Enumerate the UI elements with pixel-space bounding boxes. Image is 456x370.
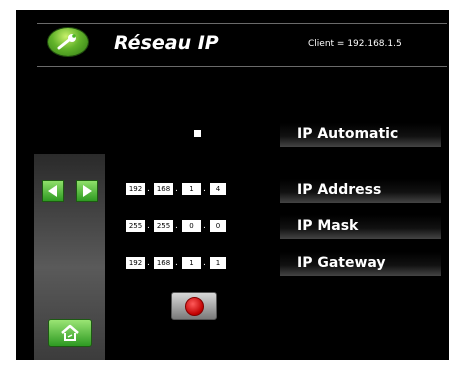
client-address: Client = 192.168.1.5 — [308, 39, 402, 49]
ip-mask-octet-2[interactable]: 255 — [154, 220, 173, 232]
octet-separator: . — [175, 221, 178, 231]
ip-mask-button[interactable]: IP Mask — [280, 215, 441, 239]
ip-automatic-button[interactable]: IP Automatic — [280, 123, 441, 147]
octet-separator: . — [203, 184, 206, 194]
ip-address-octet-2[interactable]: 168 — [154, 183, 173, 195]
octet-separator: . — [175, 184, 178, 194]
home-button[interactable] — [48, 319, 92, 347]
next-button[interactable] — [76, 180, 98, 202]
header-divider-top — [37, 23, 447, 24]
ip-gateway-label: IP Gateway — [297, 255, 386, 271]
record-button[interactable] — [171, 292, 217, 320]
ip-address-button[interactable]: IP Address — [280, 179, 441, 203]
ip-gateway-octet-3[interactable]: 1 — [182, 257, 201, 269]
prev-button[interactable] — [42, 180, 64, 202]
arrow-left-icon — [48, 185, 57, 197]
ip-address-octet-1[interactable]: 192 — [126, 183, 145, 195]
ip-automatic-label: IP Automatic — [297, 126, 399, 142]
wrench-icon — [48, 28, 88, 56]
ip-gateway-button[interactable]: IP Gateway — [280, 252, 441, 276]
record-icon — [185, 297, 204, 316]
sidebar — [34, 154, 105, 360]
page-title: Réseau IP — [114, 32, 219, 54]
ip-gateway-octet-1[interactable]: 192 — [126, 257, 145, 269]
ip-mask-label: IP Mask — [297, 218, 359, 234]
ip-address-octet-4[interactable]: 4 — [210, 183, 226, 195]
ip-mask-octet-3[interactable]: 0 — [182, 220, 201, 232]
octet-separator: . — [203, 221, 206, 231]
arrow-right-icon — [83, 185, 92, 197]
ip-gateway-octet-4[interactable]: 1 — [210, 257, 226, 269]
home-icon — [61, 324, 79, 341]
screen: Réseau IP Client = 192.168.1.5 IP Automa… — [16, 10, 449, 360]
ip-address-octet-3[interactable]: 1 — [182, 183, 201, 195]
ip-automatic-checkbox[interactable] — [194, 130, 201, 137]
octet-separator: . — [175, 258, 178, 268]
header-divider-bottom — [37, 66, 447, 67]
octet-separator: . — [147, 221, 150, 231]
ip-address-label: IP Address — [297, 182, 382, 198]
octet-separator: . — [147, 258, 150, 268]
ip-gateway-octet-2[interactable]: 168 — [154, 257, 173, 269]
ip-mask-octet-4[interactable]: 0 — [210, 220, 226, 232]
octet-separator: . — [147, 184, 150, 194]
octet-separator: . — [203, 258, 206, 268]
ip-mask-octet-1[interactable]: 255 — [126, 220, 145, 232]
